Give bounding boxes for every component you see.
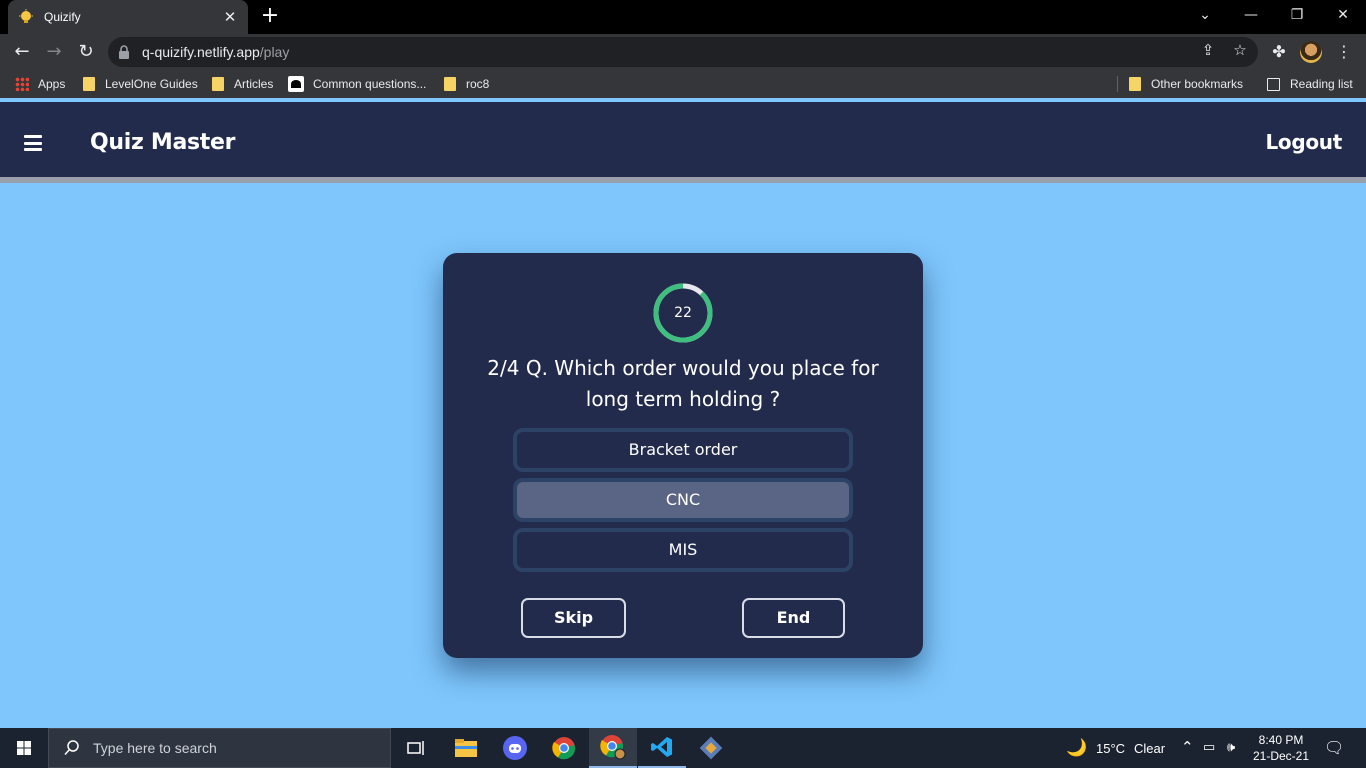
tab-title: Quizify	[44, 10, 81, 24]
file-explorer-icon[interactable]	[442, 728, 490, 768]
menu-icon[interactable]: ⋮	[1332, 40, 1356, 64]
windows-start-icon[interactable]	[0, 728, 48, 768]
restore-icon[interactable]: ❐	[1274, 0, 1320, 34]
taskbar-clock[interactable]: 8:40 PM 21-Dec-21	[1252, 732, 1310, 764]
bookmarks-bar: Apps LevelOne Guides Articles Common que…	[0, 70, 1366, 98]
extensions-icon[interactable]: ✤	[1267, 40, 1291, 64]
reload-icon[interactable]: ↻	[74, 40, 98, 64]
browser-tabstrip: Quizify ✕ + ⌄ — ❐ ✕	[0, 0, 1366, 34]
task-view-icon[interactable]	[392, 728, 440, 768]
search-placeholder: Type here to search	[93, 740, 217, 756]
option-cnc[interactable]: CNC	[513, 478, 853, 522]
bookmark-roc8[interactable]: roc8	[444, 75, 489, 93]
app-header: Quiz Master Logout	[0, 102, 1366, 183]
option-bracket-order[interactable]: Bracket order	[513, 428, 853, 472]
lock-icon	[119, 45, 129, 59]
bookmark-apps[interactable]: Apps	[15, 75, 65, 93]
option-mis[interactable]: MIS	[513, 528, 853, 572]
moon-icon: 🌙	[1066, 738, 1088, 757]
new-tab-icon[interactable]: +	[258, 5, 282, 29]
folder-icon	[1129, 77, 1141, 91]
lightbulb-icon	[19, 9, 33, 23]
discord-icon[interactable]	[491, 728, 539, 768]
bookmark-levelone-guides[interactable]: LevelOne Guides	[83, 75, 198, 93]
bookmark-other[interactable]: Other bookmarks	[1129, 75, 1243, 93]
window-close-icon[interactable]: ✕	[1320, 0, 1366, 34]
folder-icon	[83, 77, 95, 91]
tab-search-icon[interactable]: ⌄	[1182, 0, 1228, 34]
browser-tab[interactable]: Quizify ✕	[8, 0, 248, 34]
url-text: q-quizify.netlify.app/play	[142, 44, 290, 60]
network-icon[interactable]: ▭	[1203, 739, 1215, 755]
site-favicon-icon	[288, 76, 304, 92]
quiz-card: 22 2/4 Q. Which order would you place fo…	[443, 253, 923, 658]
star-icon[interactable]: ☆	[1231, 41, 1249, 59]
apps-grid-icon	[15, 77, 29, 91]
timer-value: 22	[674, 305, 692, 321]
hamburger-menu-icon[interactable]	[24, 135, 42, 151]
clock-date: 21-Dec-21	[1252, 749, 1310, 763]
chrome-icon[interactable]	[540, 728, 588, 768]
volume-icon[interactable]: 🕪	[1227, 739, 1235, 755]
folder-icon	[212, 77, 224, 91]
search-icon	[64, 740, 79, 756]
reading-list[interactable]: Reading list	[1267, 75, 1353, 93]
folder-icon	[444, 77, 456, 91]
browser-toolbar: ← → ↻ q-quizify.netlify.app/play ⇪ ☆ ✤ ⋮	[0, 34, 1366, 70]
bookmark-articles[interactable]: Articles	[212, 75, 273, 93]
clock-time: 8:40 PM	[1258, 733, 1304, 747]
back-icon[interactable]: ←	[10, 40, 34, 64]
windows-taskbar: Type here to search 🌙 15°C Clear ⌃ ▭ 🕪 8…	[0, 728, 1366, 768]
notifications-icon[interactable]: 🗨	[1324, 738, 1344, 758]
question-text: 2/4 Q. Which order would you place for l…	[487, 356, 879, 411]
reading-list-icon	[1267, 77, 1280, 91]
vscode-icon[interactable]	[638, 728, 686, 768]
tray-chevron-up-icon[interactable]: ⌃	[1181, 738, 1194, 756]
forward-icon[interactable]: →	[42, 40, 66, 64]
skip-button[interactable]: Skip	[521, 598, 626, 638]
minimize-icon[interactable]: —	[1228, 0, 1274, 34]
git-icon[interactable]	[687, 728, 735, 768]
logout-button[interactable]: Logout	[1265, 130, 1342, 154]
brand-title: Quiz Master	[90, 130, 236, 155]
end-button[interactable]: End	[742, 598, 845, 638]
chrome-profile-icon[interactable]	[589, 728, 637, 768]
profile-avatar[interactable]	[1300, 41, 1322, 63]
bookmark-common-questions[interactable]: Common questions...	[288, 75, 426, 93]
tab-close-icon[interactable]: ✕	[222, 8, 238, 26]
weather-temp[interactable]: 15°C	[1096, 741, 1125, 756]
address-bar[interactable]: q-quizify.netlify.app/play	[108, 37, 1258, 67]
weather-desc[interactable]: Clear	[1134, 741, 1165, 756]
bookmarks-separator	[1117, 76, 1118, 92]
taskbar-search[interactable]: Type here to search	[48, 728, 391, 768]
share-icon[interactable]: ⇪	[1199, 41, 1217, 59]
